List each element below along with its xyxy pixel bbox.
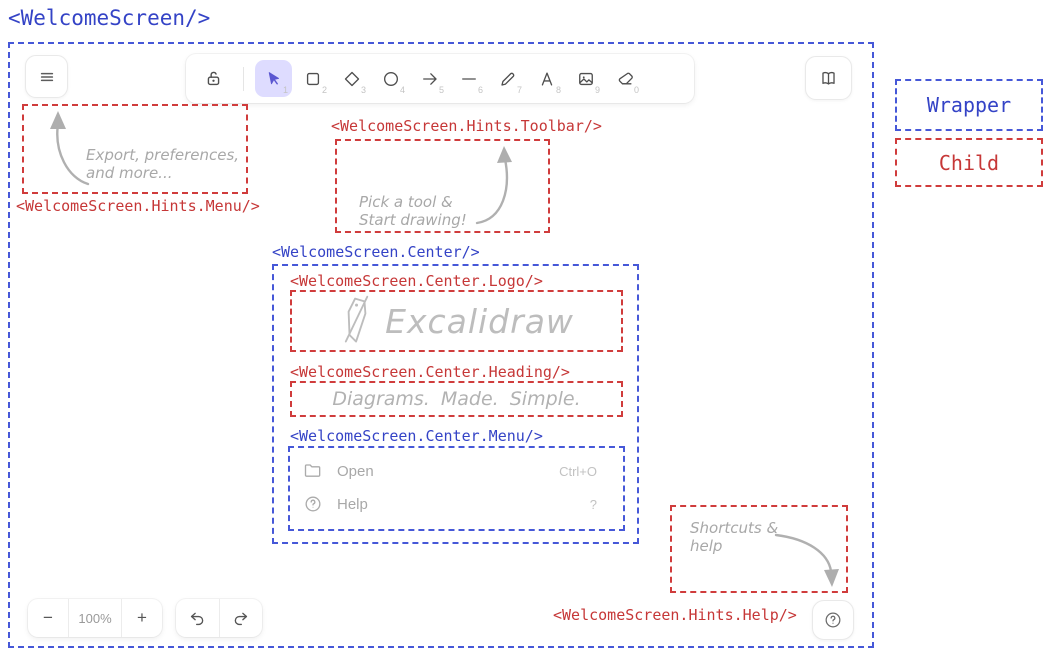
undo-button[interactable] xyxy=(176,599,219,637)
undo-icon xyxy=(188,609,207,628)
tool-shortcut-number: 4 xyxy=(400,85,405,95)
minus-icon: − xyxy=(43,608,53,628)
redo-button[interactable] xyxy=(219,599,263,637)
selection-cursor-icon xyxy=(264,69,284,89)
line-icon xyxy=(459,69,479,89)
hints-menu-box: Export, preferences, and more... xyxy=(22,104,248,194)
center-heading-box: Diagrams. Made. Simple. xyxy=(290,381,623,417)
tool-text[interactable]: 8 xyxy=(528,60,565,97)
center-menu-label: <WelcomeScreen.Center.Menu/> xyxy=(290,427,543,445)
tool-line[interactable]: 6 xyxy=(450,60,487,97)
menu-item-label: Open xyxy=(337,463,374,480)
tool-selection[interactable]: 1 xyxy=(255,60,292,97)
rectangle-icon xyxy=(303,69,323,89)
hamburger-icon xyxy=(37,67,57,87)
menu-item-help[interactable]: Help ? xyxy=(290,490,623,518)
tool-arrow[interactable]: 5 xyxy=(411,60,448,97)
legend-child: Child xyxy=(895,138,1043,187)
hints-toolbar-box: Pick a tool & Start drawing! xyxy=(335,139,550,233)
center-logo-label: <WelcomeScreen.Center.Logo/> xyxy=(290,272,543,290)
legend-wrapper: Wrapper xyxy=(895,79,1043,131)
zoom-panel: − 100% + xyxy=(28,599,162,637)
zoom-level[interactable]: 100% xyxy=(68,599,122,637)
curved-arrow-icon xyxy=(770,527,844,591)
hints-menu-text: Export, preferences, and more... xyxy=(86,146,239,182)
tool-rectangle[interactable]: 2 xyxy=(294,60,331,97)
undo-redo-panel xyxy=(176,599,262,637)
eraser-icon xyxy=(615,69,635,89)
tool-draw[interactable]: 7 xyxy=(489,60,526,97)
curved-arrow-icon xyxy=(469,143,539,229)
tool-image[interactable]: 9 xyxy=(567,60,604,97)
hints-help-label: <WelcomeScreen.Hints.Help/> xyxy=(553,606,797,624)
zoom-out-button[interactable]: − xyxy=(28,599,68,637)
book-icon xyxy=(818,68,839,89)
legend-wrapper-label: Wrapper xyxy=(927,93,1011,117)
plus-icon: + xyxy=(137,608,147,628)
tool-shortcut-number: 0 xyxy=(634,85,639,95)
library-button[interactable] xyxy=(805,56,852,100)
legend-child-label: Child xyxy=(939,151,999,175)
lock-tool-button[interactable] xyxy=(195,60,232,97)
ellipse-icon xyxy=(381,69,401,89)
tool-shortcut-number: 1 xyxy=(283,85,288,95)
tool-shortcut-number: 9 xyxy=(595,85,600,95)
center-heading-label: <WelcomeScreen.Center.Heading/> xyxy=(290,363,570,381)
hints-toolbar-text: Pick a tool & Start drawing! xyxy=(359,193,467,229)
menu-item-shortcut: Ctrl+O xyxy=(559,464,597,479)
redo-icon xyxy=(231,609,250,628)
toolbar: 1 2 3 4 5 xyxy=(186,54,694,103)
menu-item-label: Help xyxy=(337,496,368,513)
page-title: <WelcomeScreen/> xyxy=(8,6,210,30)
help-circle-icon xyxy=(303,494,323,514)
zoom-in-button[interactable]: + xyxy=(122,599,162,637)
hints-menu-label: <WelcomeScreen.Hints.Menu/> xyxy=(16,197,260,215)
excalidraw-logo-icon xyxy=(339,293,375,349)
hints-help-box: Shortcuts & help xyxy=(670,505,848,593)
center-menu-box: Open Ctrl+O Help ? xyxy=(288,446,625,531)
question-icon xyxy=(823,610,843,630)
tool-shortcut-number: 3 xyxy=(361,85,366,95)
menu-item-shortcut: ? xyxy=(590,497,597,512)
tool-shortcut-number: 5 xyxy=(439,85,444,95)
hints-help-text: Shortcuts & help xyxy=(690,519,778,555)
tool-shortcut-number: 2 xyxy=(322,85,327,95)
pencil-icon xyxy=(498,69,518,89)
text-icon xyxy=(537,69,557,89)
arrow-icon xyxy=(420,69,440,89)
diamond-icon xyxy=(342,69,362,89)
help-button[interactable] xyxy=(812,600,854,640)
center-heading-text: Diagrams. Made. Simple. xyxy=(332,388,580,410)
center-logo-box: Excalidraw xyxy=(290,290,623,352)
main-menu-button[interactable] xyxy=(25,55,68,98)
folder-icon xyxy=(303,461,323,481)
toolbar-separator xyxy=(243,67,244,91)
tool-ellipse[interactable]: 4 xyxy=(372,60,409,97)
logo-wordmark: Excalidraw xyxy=(385,302,574,341)
center-box: <WelcomeScreen.Center.Logo/> Excalidraw … xyxy=(272,264,639,544)
image-icon xyxy=(576,69,596,89)
tool-shortcut-number: 7 xyxy=(517,85,522,95)
tool-eraser[interactable]: 0 xyxy=(606,60,643,97)
hints-toolbar-label: <WelcomeScreen.Hints.Toolbar/> xyxy=(331,117,602,135)
menu-item-open[interactable]: Open Ctrl+O xyxy=(290,457,623,485)
tool-shortcut-number: 6 xyxy=(478,85,483,95)
unlock-icon xyxy=(203,68,224,89)
tool-diamond[interactable]: 3 xyxy=(333,60,370,97)
center-label: <WelcomeScreen.Center/> xyxy=(272,243,480,261)
tool-shortcut-number: 8 xyxy=(556,85,561,95)
